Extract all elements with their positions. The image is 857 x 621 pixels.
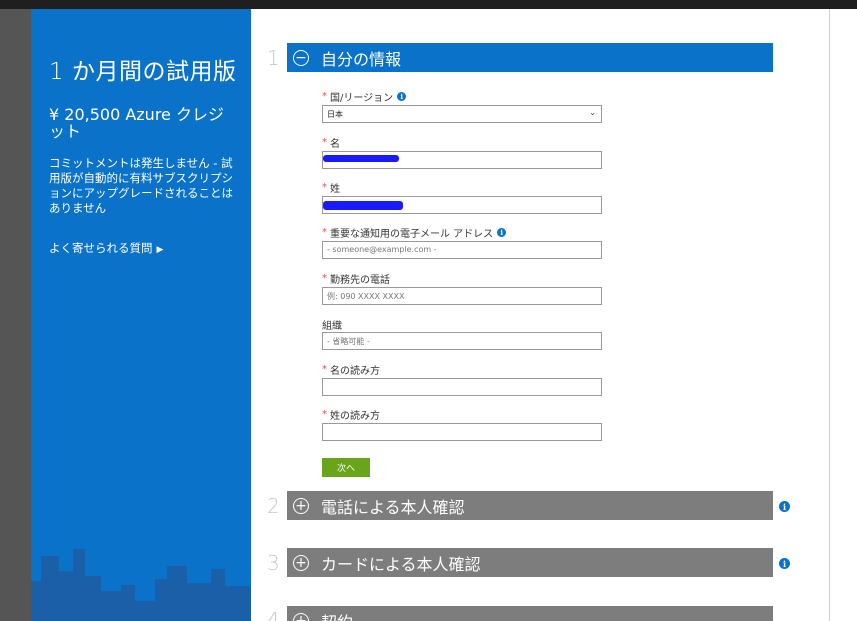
phone-input[interactable]: 例: 090 XXXX XXXX — [322, 287, 602, 305]
step-3-header[interactable]: + カードによる本人確認 — [287, 548, 773, 577]
phone-label: * 勤務先の電話 — [322, 271, 390, 286]
organization-input[interactable]: - 省略可能 - — [322, 332, 602, 350]
required-asterisk: * — [322, 409, 327, 420]
required-asterisk: * — [322, 227, 327, 238]
redaction-mark — [323, 155, 399, 162]
step-3-label: カードによる本人確認 — [321, 554, 481, 574]
arrow-right-icon: ▶ — [156, 245, 164, 255]
step-4-header[interactable]: + 契約 — [287, 606, 773, 621]
window-top-bar — [0, 0, 857, 9]
country-select[interactable]: 日本 ⌄ — [322, 105, 602, 123]
organization-label: 組織 — [322, 317, 342, 332]
last-name-reading-label-text: 姓の読み方 — [330, 411, 380, 422]
faq-label: よく寄せられる質問 — [49, 241, 153, 255]
step-2-label: 電話による本人確認 — [321, 497, 465, 517]
first-name-reading-input[interactable] — [322, 378, 602, 396]
email-label-text: 重要な通知用の電子メール アドレス — [330, 229, 494, 240]
chevron-down-icon: ⌄ — [589, 108, 596, 117]
commitment-description: コミットメントは発生しません - 試用版が自動的に有料サブスクリプションにアップ… — [49, 156, 233, 215]
step-1-header[interactable]: − 自分の情報 — [287, 43, 773, 72]
last-name-label-text: 姓 — [330, 184, 340, 195]
info-icon[interactable]: i — [497, 228, 507, 237]
email-input[interactable]: - someone@example.com - — [322, 241, 602, 259]
step-3-number: 3 — [267, 551, 280, 575]
credit-amount: ¥ 20,500 Azure クレジット — [49, 105, 224, 141]
country-label-text: 国/リージョン — [330, 93, 394, 104]
step-1-number: 1 — [267, 46, 280, 70]
phone-label-text: 勤務先の電話 — [330, 275, 390, 286]
last-name-label: * 姓 — [322, 180, 340, 195]
country-label: * 国/リージョン i — [322, 89, 407, 104]
info-icon[interactable]: i — [779, 558, 790, 569]
last-name-reading-label: * 姓の読み方 — [322, 407, 380, 422]
last-name-reading-input[interactable] — [322, 423, 602, 441]
step-2-header[interactable]: + 電話による本人確認 — [287, 491, 773, 520]
step-1-label: 自分の情報 — [321, 49, 402, 69]
info-icon[interactable]: i — [779, 501, 790, 512]
step-4-label: 契約 — [321, 609, 353, 621]
info-icon[interactable]: i — [397, 92, 407, 101]
first-name-label-text: 名 — [330, 139, 340, 150]
first-name-reading-label: * 名の読み方 — [322, 362, 380, 377]
trial-title: 1 か月間の試用版 — [49, 59, 237, 85]
step-4-number: 4 — [267, 608, 280, 621]
faq-link[interactable]: よく寄せられる質問 ▶ — [49, 240, 163, 256]
required-asterisk: * — [322, 273, 327, 284]
redaction-mark — [323, 201, 403, 210]
plus-circle-icon: + — [293, 612, 309, 621]
email-label: * 重要な通知用の電子メール アドレス i — [322, 225, 507, 240]
left-gutter — [0, 9, 31, 621]
signup-main-panel: 1 − 自分の情報 * 国/リージョン i 日本 ⌄ * 名 * 姓 * 重要な… — [251, 9, 829, 621]
organization-label-text: 組織 — [322, 321, 342, 332]
next-button[interactable]: 次へ — [322, 458, 370, 477]
country-value: 日本 — [327, 110, 343, 119]
plus-circle-icon: + — [293, 497, 309, 514]
required-asterisk: * — [322, 364, 327, 375]
city-skyline-illustration — [31, 549, 251, 621]
first-name-label: * 名 — [322, 135, 340, 150]
trial-sidebar: 1 か月間の試用版 ¥ 20,500 Azure クレジット コミットメントは発… — [31, 9, 251, 621]
first-name-reading-label-text: 名の読み方 — [330, 366, 380, 377]
minus-circle-icon: − — [293, 49, 309, 66]
step-2-number: 2 — [267, 494, 280, 518]
required-asterisk: * — [322, 137, 327, 148]
required-asterisk: * — [322, 91, 327, 102]
right-margin-pane — [829, 9, 857, 621]
plus-circle-icon: + — [293, 554, 309, 571]
required-asterisk: * — [322, 182, 327, 193]
